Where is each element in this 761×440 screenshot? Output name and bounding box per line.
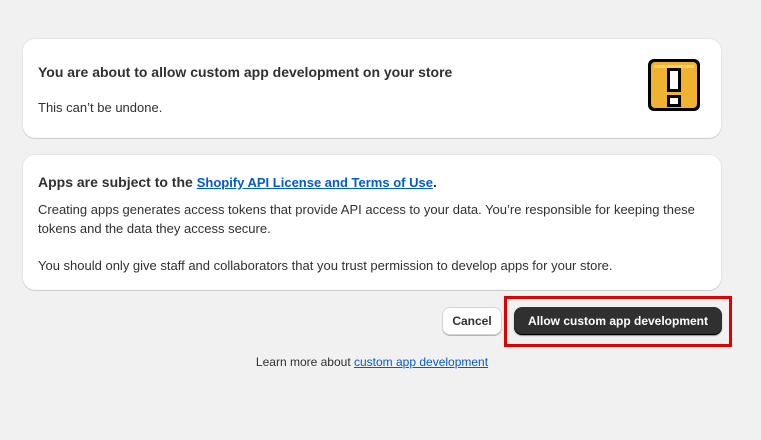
terms-title-prefix: Apps are subject to the [38,174,197,190]
learn-more-footer: Learn more about custom app development [0,355,744,369]
allow-custom-app-development-button[interactable]: Allow custom app development [514,307,722,335]
api-terms-link[interactable]: Shopify API License and Terms of Use [197,175,433,190]
custom-app-development-link[interactable]: custom app development [354,355,488,369]
cancel-button[interactable]: Cancel [442,307,502,335]
warning-card: You are about to allow custom app develo… [23,39,721,138]
terms-card: Apps are subject to the Shopify API Lice… [23,155,721,290]
permission-paragraph: You should only give staff and collabora… [38,258,613,273]
access-token-paragraph: Creating apps generates access tokens th… [38,202,695,236]
warning-subtitle: This can’t be undone. [38,100,163,115]
terms-title-suffix: . [432,174,437,190]
warning-exclamation-icon [648,59,700,111]
learn-more-prefix: Learn more about [255,355,354,369]
warning-title: You are about to allow custom app develo… [38,64,453,80]
terms-title: Apps are subject to the Shopify API Lice… [38,174,437,190]
